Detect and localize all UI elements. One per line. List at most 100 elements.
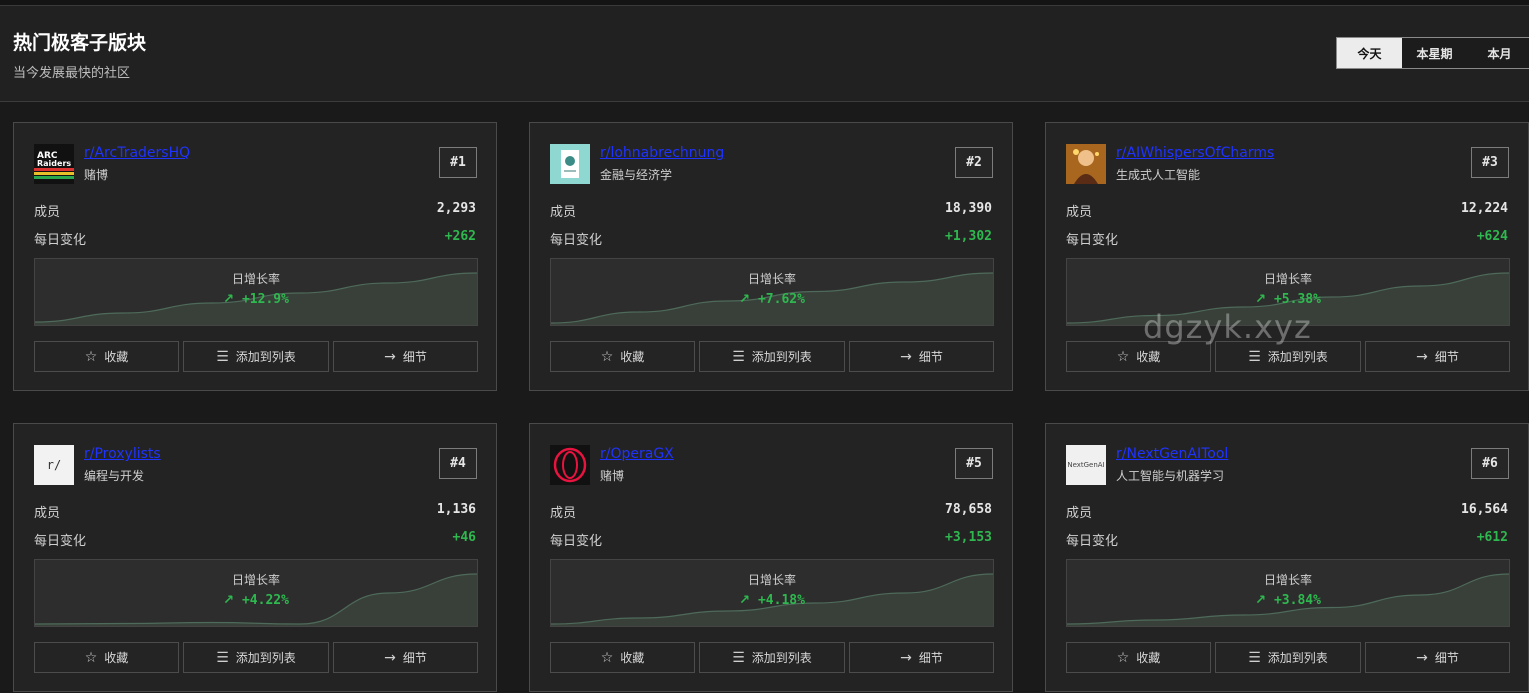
growth-rate-value: +7.62% [757, 292, 805, 307]
page-header: 热门极客子版块 当今发展最快的社区 今天 本星期 本月 [0, 6, 1529, 102]
daily-change-value: +624 [1476, 229, 1508, 244]
button-label: 收藏 [104, 350, 129, 364]
daily-change-label: 每日变化 [550, 233, 603, 248]
avatar-text: NextGenAI [1067, 461, 1105, 469]
growth-chart: 日增长率 ↗ +3.84% [1066, 559, 1510, 627]
subreddit-link[interactable]: r/OperaGX [600, 446, 674, 462]
subreddit-avatar[interactable] [550, 144, 590, 184]
subreddit-avatar[interactable]: ARC Raiders [34, 144, 74, 184]
list-icon: ☰ [1248, 348, 1261, 365]
members-value: 1,136 [436, 502, 476, 517]
arrow-right-icon: → [384, 649, 396, 666]
subreddit-category: 金融与经济学 [600, 168, 673, 182]
members-label: 成员 [34, 205, 61, 220]
subreddit-category: 赌博 [84, 168, 109, 182]
button-label: 添加到列表 [1267, 350, 1328, 364]
favorite-button[interactable]: ☆ 收藏 [550, 642, 695, 673]
subreddit-card: NextGenAI r/NextGenAITool 人工智能与机器学习 #6 成员 16,… [1045, 423, 1529, 692]
members-value: 78,658 [945, 502, 992, 517]
avatar-text: r/ [46, 458, 62, 472]
subreddit-category: 人工智能与机器学习 [1116, 469, 1225, 483]
button-label: 细节 [1434, 651, 1459, 665]
members-label: 成员 [1066, 205, 1093, 220]
trend-up-icon: ↗ [223, 593, 234, 608]
details-button[interactable]: → 细节 [333, 642, 478, 673]
subreddit-link[interactable]: r/Proxylists [84, 446, 161, 462]
daily-change-value: +612 [1476, 530, 1508, 545]
details-button[interactable]: → 细节 [849, 642, 994, 673]
tab-today[interactable]: 今天 [1337, 38, 1402, 68]
arrow-right-icon: → [900, 348, 912, 365]
daily-change-label: 每日变化 [1066, 534, 1119, 549]
growth-chart: 日增长率 ↗ +7.62% [550, 258, 994, 326]
rank-badge: #2 [955, 147, 993, 178]
subreddit-avatar[interactable] [550, 445, 590, 485]
growth-rate-label: 日增长率 [231, 272, 280, 286]
add-to-list-button[interactable]: ☰ 添加到列表 [1215, 642, 1361, 673]
add-to-list-button[interactable]: ☰ 添加到列表 [183, 642, 329, 673]
daily-change-label: 每日变化 [34, 534, 87, 549]
subreddit-link[interactable]: r/lohnabrechnung [600, 145, 724, 161]
details-button[interactable]: → 细节 [1365, 642, 1510, 673]
tab-this-week[interactable]: 本星期 [1402, 38, 1467, 68]
growth-rate-value: +3.84% [1273, 593, 1321, 608]
star-icon: ☆ [600, 348, 614, 365]
members-label: 成员 [550, 506, 577, 521]
button-label: 细节 [402, 350, 427, 364]
star-icon: ☆ [84, 649, 98, 666]
trend-up-icon: ↗ [223, 292, 234, 307]
growth-chart: 日增长率 ↗ +4.18% [550, 559, 994, 627]
daily-change-value: +3,153 [945, 530, 992, 545]
subreddit-card: ARC Raiders r/ArcTradersHQ 赌博 #1 成员 2,293 每日变化 +… [13, 122, 497, 391]
details-button[interactable]: → 细节 [333, 341, 478, 372]
favorite-button[interactable]: ☆ 收藏 [34, 341, 179, 372]
star-icon: ☆ [1116, 649, 1130, 666]
arrow-right-icon: → [900, 649, 912, 666]
button-label: 细节 [1434, 350, 1459, 364]
subreddit-card: r/OperaGX 赌博 #5 成员 78,658 每日变化 +3,153 日增长率 ↗ +4.1… [529, 423, 1013, 692]
favorite-button[interactable]: ☆ 收藏 [34, 642, 179, 673]
details-button[interactable]: → 细节 [1365, 341, 1510, 372]
trend-up-icon: ↗ [739, 593, 750, 608]
subreddit-avatar[interactable]: r/ [34, 445, 74, 485]
trend-up-icon: ↗ [739, 292, 750, 307]
subreddit-link[interactable]: r/ArcTradersHQ [84, 145, 190, 161]
add-to-list-button[interactable]: ☰ 添加到列表 [699, 341, 845, 372]
arrow-right-icon: → [1416, 348, 1428, 365]
subreddit-avatar[interactable]: NextGenAI [1066, 445, 1106, 485]
members-value: 2,293 [436, 201, 476, 216]
growth-rate-label: 日增长率 [747, 272, 796, 286]
button-label: 收藏 [620, 350, 645, 364]
favorite-button[interactable]: ☆ 收藏 [550, 341, 695, 372]
tab-this-month[interactable]: 本月 [1467, 38, 1529, 68]
subreddit-link[interactable]: r/AIWhispersOfCharms [1116, 145, 1274, 161]
growth-rate-value: +5.38% [1273, 292, 1321, 307]
daily-change-value: +46 [452, 530, 476, 545]
growth-rate: ↗ +4.18% [551, 593, 993, 608]
favorite-button[interactable]: ☆ 收藏 [1066, 642, 1211, 673]
add-to-list-button[interactable]: ☰ 添加到列表 [183, 341, 329, 372]
growth-rate-value: +4.18% [757, 593, 805, 608]
arrow-right-icon: → [1416, 649, 1428, 666]
growth-rate: ↗ +3.84% [1067, 593, 1509, 608]
growth-rate-label: 日增长率 [747, 573, 796, 587]
members-value: 18,390 [945, 201, 992, 216]
button-label: 收藏 [1136, 651, 1161, 665]
subreddit-category: 编程与开发 [84, 469, 145, 483]
rank-badge: #3 [1471, 147, 1509, 178]
list-icon: ☰ [732, 649, 745, 666]
star-icon: ☆ [1116, 348, 1130, 365]
list-icon: ☰ [732, 348, 745, 365]
growth-chart: 日增长率 ↗ +12.9% [34, 258, 478, 326]
daily-change-label: 每日变化 [34, 233, 87, 248]
button-label: 收藏 [1136, 350, 1161, 364]
growth-rate-label: 日增长率 [1263, 272, 1312, 286]
subreddit-link[interactable]: r/NextGenAITool [1116, 446, 1228, 462]
rank-badge: #6 [1471, 448, 1509, 479]
subreddit-avatar[interactable] [1066, 144, 1106, 184]
growth-rate-value: +4.22% [241, 593, 289, 608]
details-button[interactable]: → 细节 [849, 341, 994, 372]
add-to-list-button[interactable]: ☰ 添加到列表 [699, 642, 845, 673]
growth-rate-label: 日增长率 [231, 573, 280, 587]
time-range-tabs: 今天 本星期 本月 [1336, 37, 1529, 69]
